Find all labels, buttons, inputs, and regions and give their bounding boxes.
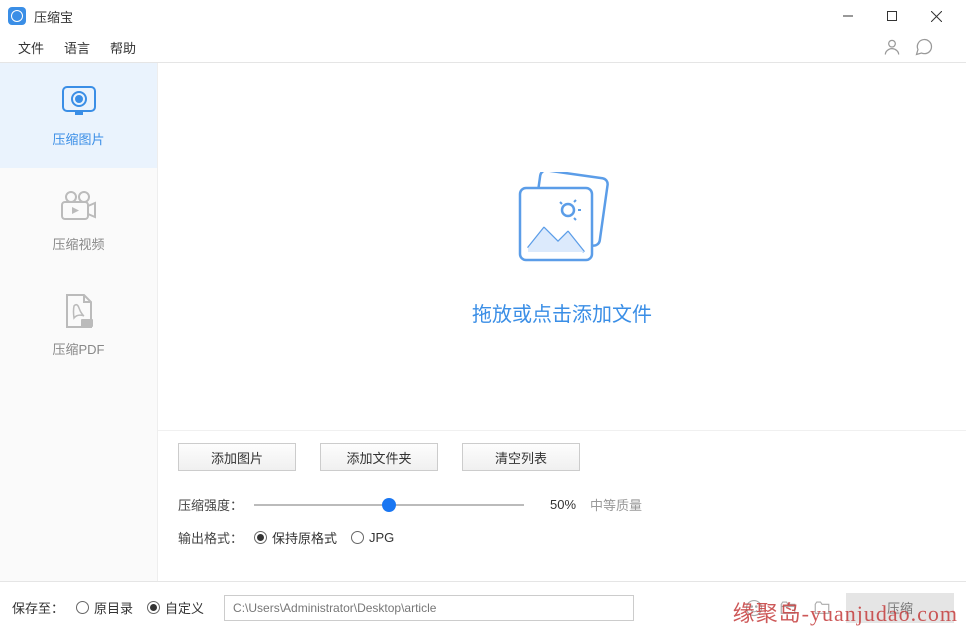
radio-label: 自定义 (165, 598, 204, 617)
sidebar-item-pdf[interactable]: PDF 压缩PDF (0, 273, 157, 378)
format-label: 输出格式： (178, 528, 254, 547)
radio-label: JPG (369, 530, 394, 545)
format-keep-radio[interactable]: 保持原格式 (254, 528, 337, 547)
maximize-icon (887, 11, 897, 21)
strength-slider[interactable] (254, 497, 524, 513)
browse-icon[interactable] (744, 598, 764, 618)
save-original-radio[interactable]: 原目录 (76, 598, 133, 617)
minimize-button[interactable] (826, 1, 870, 31)
bottom-bar: 保存至： 原目录 自定义 压缩 (0, 581, 966, 633)
strength-value: 50% (550, 497, 576, 512)
format-jpg-radio[interactable]: JPG (351, 530, 394, 545)
app-icon (8, 7, 26, 25)
sidebar-item-image[interactable]: 压缩图片 (0, 63, 157, 168)
sidebar-item-video[interactable]: 压缩视频 (0, 168, 157, 273)
save-path-input[interactable] (224, 595, 634, 621)
close-icon (931, 11, 942, 22)
radio-label: 保持原格式 (272, 528, 337, 547)
pdf-icon: PDF (61, 293, 97, 329)
main-panel: 拖放或点击添加文件 添加图片 添加文件夹 清空列表 压缩强度： 50% 中等质量… (158, 63, 966, 581)
sidebar-label: 压缩图片 (52, 129, 104, 148)
save-custom-radio[interactable]: 自定义 (147, 598, 204, 617)
format-row: 输出格式： 保持原格式 JPG (178, 528, 946, 547)
strength-row: 压缩强度： 50% 中等质量 (178, 495, 946, 514)
video-icon (61, 188, 97, 224)
add-folder-button[interactable]: 添加文件夹 (320, 443, 438, 471)
controls-panel: 添加图片 添加文件夹 清空列表 压缩强度： 50% 中等质量 输出格式： 保持原… (158, 430, 966, 581)
compress-button[interactable]: 压缩 (846, 593, 954, 623)
save-to-label: 保存至： (12, 598, 64, 617)
minimize-icon (843, 11, 853, 21)
strength-label: 压缩强度： (178, 495, 254, 514)
radio-label: 原目录 (94, 598, 133, 617)
open-output-icon[interactable] (812, 598, 832, 618)
menu-bar: 文件 语言 帮助 (0, 32, 966, 62)
maximize-button[interactable] (870, 1, 914, 31)
button-row: 添加图片 添加文件夹 清空列表 (178, 443, 946, 471)
window-controls (826, 1, 958, 31)
menu-help[interactable]: 帮助 (100, 34, 146, 61)
menu-language[interactable]: 语言 (54, 34, 100, 61)
drop-text: 拖放或点击添加文件 (472, 298, 652, 327)
user-icon[interactable] (882, 37, 902, 57)
close-button[interactable] (914, 1, 958, 31)
open-folder-icon[interactable] (778, 598, 798, 618)
title-bar: 压缩宝 (0, 0, 966, 32)
sidebar: 压缩图片 压缩视频 PDF 压缩PDF (0, 63, 158, 581)
drop-zone[interactable]: 拖放或点击添加文件 (165, 70, 959, 428)
sidebar-label: 压缩PDF (52, 339, 104, 358)
menu-file[interactable]: 文件 (12, 34, 54, 61)
quality-text: 中等质量 (590, 495, 642, 514)
svg-text:PDF: PDF (82, 321, 92, 327)
app-title: 压缩宝 (34, 7, 73, 26)
image-icon (61, 83, 97, 119)
drop-image-icon (510, 172, 614, 266)
content-area: 压缩图片 压缩视频 PDF 压缩PDF (0, 62, 966, 581)
add-image-button[interactable]: 添加图片 (178, 443, 296, 471)
sidebar-label: 压缩视频 (52, 234, 104, 253)
clear-list-button[interactable]: 清空列表 (462, 443, 580, 471)
chat-icon[interactable] (914, 37, 934, 57)
